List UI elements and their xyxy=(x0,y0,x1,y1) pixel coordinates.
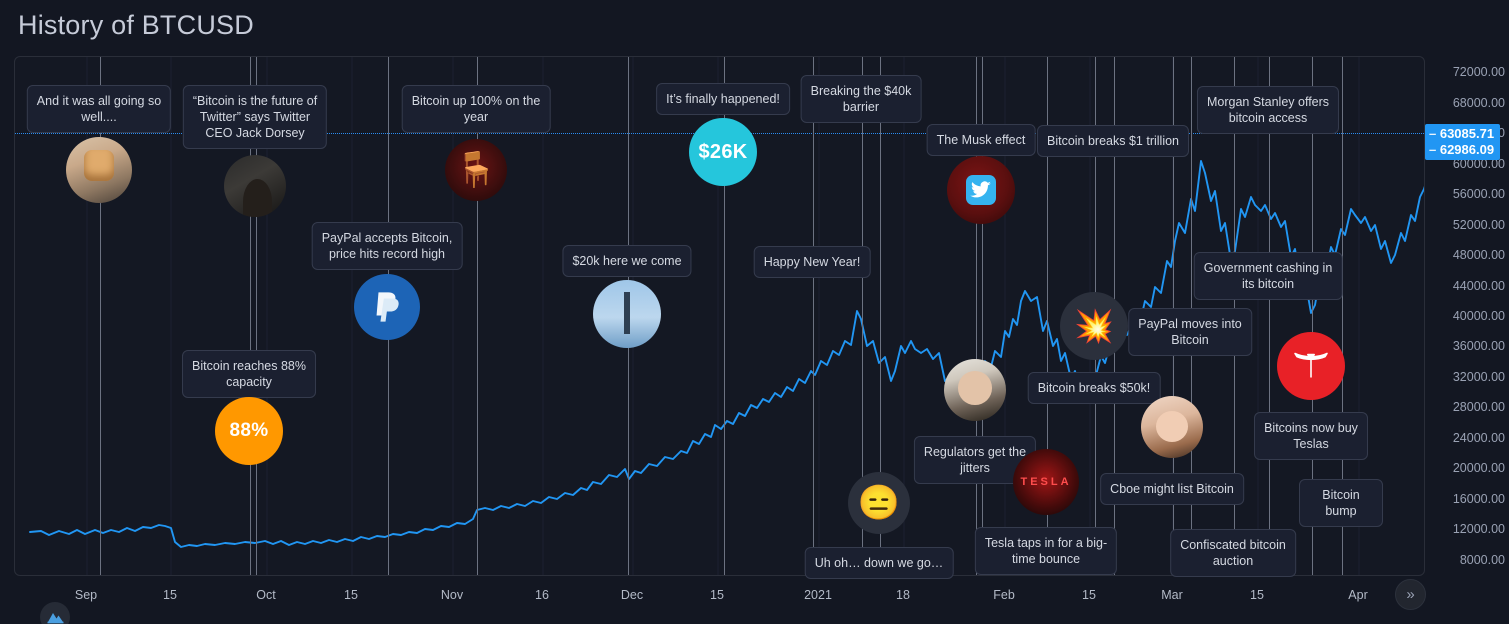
y-axis-tick: 36000.00 xyxy=(1452,339,1505,354)
throne-icon: 🪑 xyxy=(454,151,498,189)
annotation-label[interactable]: Confiscated bitcoin auction xyxy=(1170,529,1296,577)
annotation-label[interactable]: PayPal accepts Bitcoin, price hits recor… xyxy=(311,222,463,270)
annotation-marker-unamused-emoji[interactable]: 😑 xyxy=(848,472,910,534)
annotation-label[interactable]: Uh oh… down we go… xyxy=(804,547,954,579)
x-axis-tick: Oct xyxy=(256,588,276,602)
annotation-label[interactable]: Bitcoin up 100% on the year xyxy=(401,85,551,133)
annotation-label[interactable]: Bitcoins now buy Teslas xyxy=(1254,412,1368,460)
tesla-icon xyxy=(1294,352,1328,378)
annotation-label[interactable]: Breaking the $40k barrier xyxy=(800,75,922,123)
twitter-bird-icon xyxy=(970,181,991,198)
annotation-marker-88%[interactable]: 88% xyxy=(215,397,283,465)
annotation-label[interactable]: And it was all going so well.... xyxy=(26,85,172,133)
annotation-label[interactable]: Happy New Year! xyxy=(753,246,871,278)
x-axis-tick: 15 xyxy=(1250,588,1264,602)
y-axis-tick: 72000.00 xyxy=(1452,65,1505,80)
x-axis: Sep 15 Oct 15 Nov 16 Dec 15 2021 18 Feb 15 Mar 15 Apr xyxy=(14,578,1425,612)
x-axis-tick: 16 xyxy=(535,588,549,602)
marker-value: 88% xyxy=(229,420,269,441)
x-axis-tick: 15 xyxy=(344,588,358,602)
unamused-emoji: 😑 xyxy=(857,484,901,522)
annotation-label[interactable]: Morgan Stanley offers bitcoin access xyxy=(1196,86,1340,134)
annotation-marker-cat-photo[interactable] xyxy=(66,137,132,203)
annotation-marker-jack-dorsey-photo[interactable] xyxy=(224,155,286,217)
x-axis-tick: Sep xyxy=(74,588,98,602)
x-axis-tick: 15 xyxy=(1082,588,1096,602)
x-axis-tick: Mar xyxy=(1161,588,1183,602)
x-axis-tick: Apr xyxy=(1348,588,1368,602)
annotation-label[interactable]: PayPal moves into Bitcoin xyxy=(1128,308,1252,356)
price-value: 63085.71 xyxy=(1429,126,1494,141)
y-axis-tick: 20000.00 xyxy=(1452,461,1505,476)
last-price-badge[interactable]: 63085.7162986.09 xyxy=(1425,124,1501,160)
annotation-label[interactable]: It’s finally happened! xyxy=(656,83,790,115)
y-axis-tick: 32000.00 xyxy=(1452,369,1505,384)
y-axis-tick: 8000.00 xyxy=(1459,552,1505,567)
y-axis-tick: 56000.00 xyxy=(1452,187,1505,202)
marker-value: $26K xyxy=(698,140,748,163)
y-axis-tick: 40000.00 xyxy=(1452,309,1505,323)
y-axis-tick: 12000.00 xyxy=(1452,522,1505,537)
x-axis-tick: 2021 xyxy=(804,588,832,602)
mountain-icon xyxy=(47,613,63,624)
annotation-marker-ladder-photo[interactable] xyxy=(593,280,661,348)
annotation-layer: And it was all going so well.... “Bitcoin… xyxy=(14,56,1425,579)
x-axis-tick: Dec xyxy=(620,588,644,602)
y-axis-tick: 28000.00 xyxy=(1452,400,1505,415)
x-axis-tick: 15 xyxy=(163,588,177,602)
annotation-label[interactable]: “Bitcoin is the future of Twitter” says … xyxy=(182,85,328,149)
annotation-label[interactable]: $20k here we come xyxy=(562,245,692,277)
annotation-marker-janet-yellen-photo[interactable] xyxy=(944,359,1006,421)
annotation-label[interactable]: Bitcoin breaks $50k! xyxy=(1027,372,1161,404)
annotation-label[interactable]: Tesla taps in for a big- time bounce xyxy=(974,527,1118,575)
y-axis-tick: 48000.00 xyxy=(1452,248,1505,263)
annotation-marker-tesla-car-photo[interactable]: TESLA xyxy=(1013,449,1079,515)
y-axis-tick: 16000.00 xyxy=(1452,491,1505,506)
annotation-label[interactable]: The Musk effect xyxy=(926,124,1036,156)
page-title: History of BTCUSD xyxy=(18,10,254,40)
y-axis-tick: 24000.00 xyxy=(1452,430,1505,445)
x-axis-tick: Feb xyxy=(993,588,1015,602)
x-axis-tick: 15 xyxy=(710,588,724,602)
annotation-marker-hester-peirce-photo[interactable] xyxy=(1141,396,1203,458)
annotation-marker-twitter-app-photo[interactable] xyxy=(947,156,1015,224)
y-axis-tick: 44000.00 xyxy=(1452,278,1505,293)
tesla-wordmark: TESLA xyxy=(1020,476,1072,488)
annotation-marker-throne-image[interactable]: 🪑 xyxy=(445,139,507,201)
annotation-label[interactable]: Government cashing in its bitcoin xyxy=(1193,252,1343,300)
price-value: 62986.09 xyxy=(1429,142,1494,157)
y-axis-tick: 52000.00 xyxy=(1452,217,1505,232)
x-axis-tick: Nov xyxy=(440,588,464,602)
x-axis-tick: 18 xyxy=(896,588,910,602)
annotation-marker-paypal-logo[interactable] xyxy=(354,274,420,340)
annotation-marker-$26K[interactable]: $26K xyxy=(689,118,757,186)
annotation-label[interactable]: Bitcoin bump xyxy=(1299,479,1383,527)
annotation-marker-explosion-emoji[interactable]: 💥 xyxy=(1060,292,1128,360)
paypal-icon xyxy=(376,292,399,322)
chart-page: History of BTCUSD » And it was all going… xyxy=(0,0,1509,624)
annotation-label[interactable]: Bitcoin breaks $1 trillion xyxy=(1036,125,1190,157)
annotation-label[interactable]: Cboe might list Bitcoin xyxy=(1100,473,1244,505)
annotation-marker-tesla-logo[interactable] xyxy=(1277,332,1345,400)
y-axis-tick: 68000.00 xyxy=(1452,95,1505,110)
explosion-emoji: 💥 xyxy=(1074,308,1114,344)
annotation-label[interactable]: Bitcoin reaches 88% capacity xyxy=(182,350,316,398)
